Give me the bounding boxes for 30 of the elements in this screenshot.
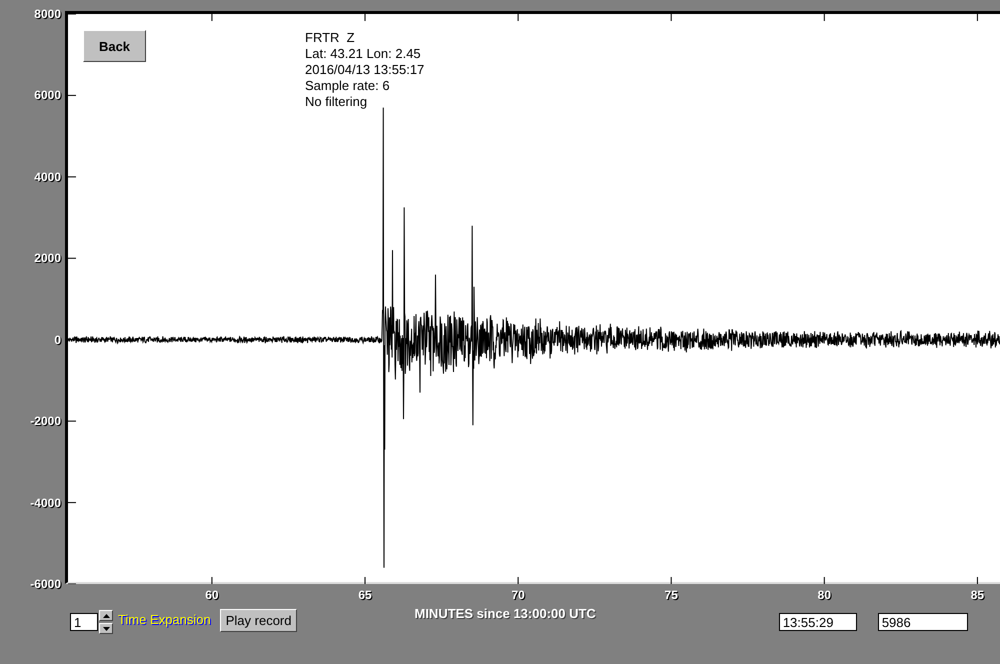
x-axis-label: 85 [970,588,984,602]
x-axis-label: 65 [358,588,372,602]
up-arrow-icon [102,614,110,618]
back-button[interactable]: Back [83,30,146,62]
down-arrow-icon [102,626,110,630]
time-expansion-field[interactable]: 1 [70,613,98,631]
time-field[interactable]: 13:55:29 [778,613,857,631]
station-info-text: Sample rate: 6 [305,78,391,94]
y-axis-label: -6000 [30,577,61,591]
y-axis-label: 2000 [34,251,61,266]
y-axis-label: 4000 [34,170,61,184]
y-axis-label: 8000 [34,7,61,21]
count-field[interactable]: 5986 [878,613,968,631]
x-axis-label: 80 [818,588,831,602]
y-axis-label: -4000 [30,496,61,510]
x-axis-label: 75 [664,588,678,602]
station-info-text: No filtering [305,94,368,110]
station-info-text: Lat: 43.21 Lon: 2.45 [305,46,422,62]
x-axis-label: 70 [511,588,525,602]
station-info-text: 2016/04/13 13:55:17 [305,62,424,78]
x-axis-title: MINUTES since 13:00:00 UTC [414,606,596,621]
time-expansion-label: Time Expansion [118,612,211,627]
play-record-button[interactable]: Play record [220,609,298,632]
y-axis-label: -2000 [30,414,61,428]
station-info-text: FRTR Z [305,30,356,46]
y-axis-label: 6000 [34,88,61,102]
decrement-button[interactable] [99,623,113,634]
increment-button[interactable] [99,610,113,621]
y-axis-label: 0 [54,332,61,347]
x-axis-label: 60 [205,588,219,602]
